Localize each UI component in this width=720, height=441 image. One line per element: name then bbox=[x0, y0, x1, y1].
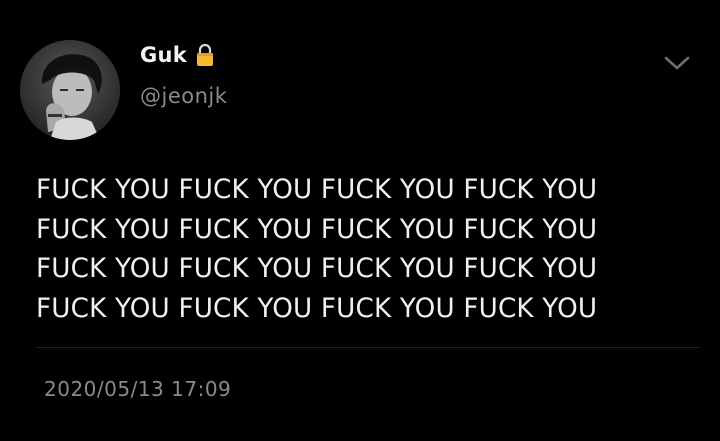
user-name-row: Guk bbox=[140, 43, 215, 67]
tweet-timestamp[interactable]: 2020/05/13 17:09 bbox=[44, 377, 231, 401]
tweet-line: FUCK YOU FUCK YOU FUCK YOU FUCK YOU bbox=[36, 253, 598, 284]
lock-icon bbox=[195, 43, 215, 67]
tweet-line: FUCK YOU FUCK YOU FUCK YOU FUCK YOU bbox=[36, 174, 598, 205]
tweet-line: FUCK YOU FUCK YOU FUCK YOU FUCK YOU bbox=[36, 213, 598, 245]
avatar-image bbox=[20, 40, 120, 140]
avatar[interactable] bbox=[20, 40, 120, 140]
tweet-text: FUCK YOU FUCK YOU FUCK YOU FUCK YOU FUCK… bbox=[36, 170, 696, 328]
divider bbox=[36, 347, 700, 348]
tweet-card: Guk @jeonjk FUCK YOU FUCK YOU FUCK YOU F… bbox=[0, 0, 720, 441]
user-handle[interactable]: @jeonjk bbox=[140, 84, 227, 108]
chevron-down-icon[interactable] bbox=[660, 50, 694, 76]
tweet-line: FUCK YOU FUCK YOU FUCK YOU FUCK YOU bbox=[36, 292, 598, 324]
display-name[interactable]: Guk bbox=[140, 43, 187, 67]
